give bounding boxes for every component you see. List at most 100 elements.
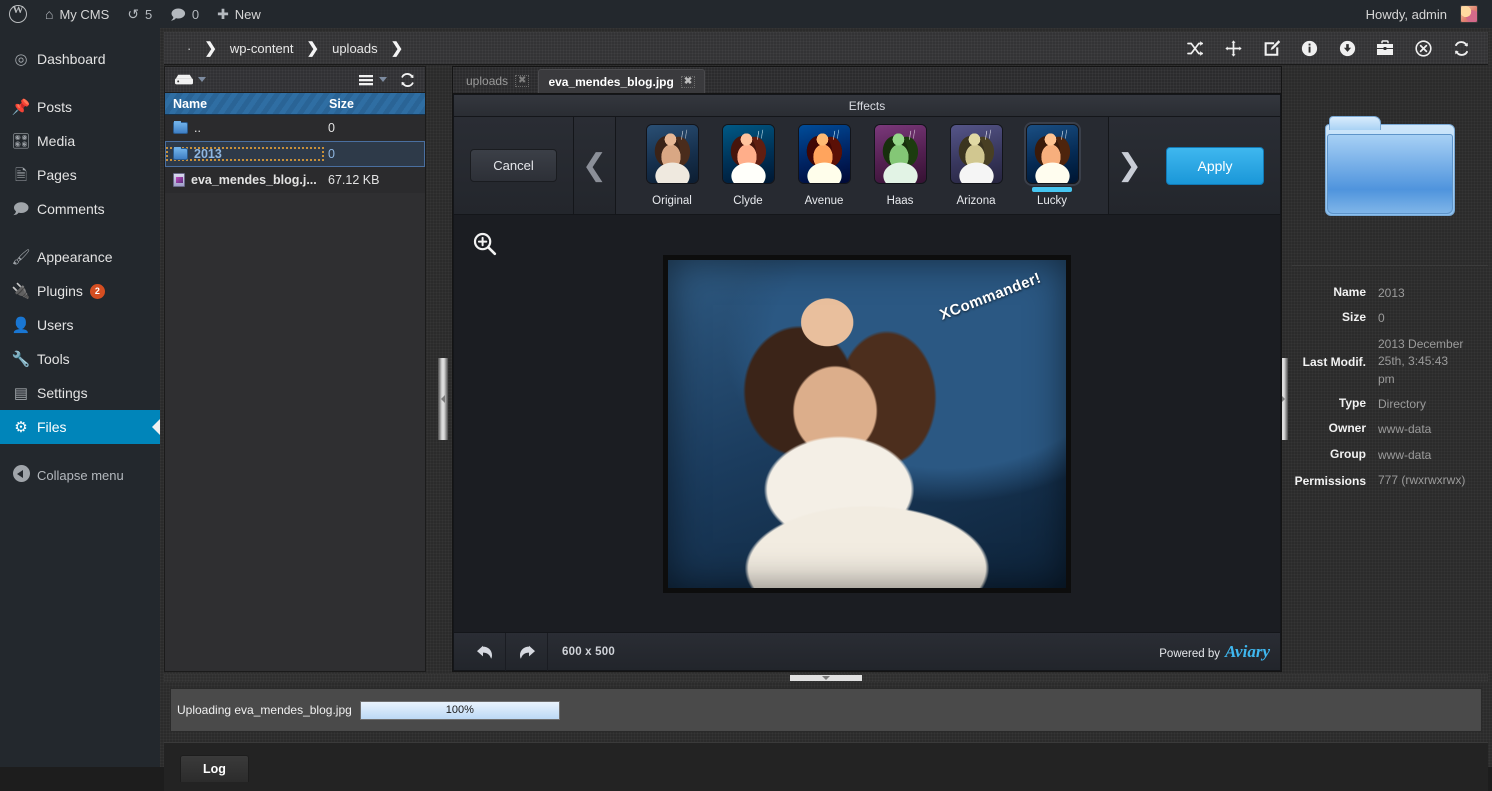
effect-haas[interactable]: Haas (871, 124, 929, 207)
file-refresh-button[interactable] (396, 68, 419, 92)
aviary-logo: Aviary (1225, 642, 1270, 662)
edit-icon (1263, 40, 1280, 57)
effect-clyde[interactable]: Clyde (719, 124, 777, 207)
effect-thumbnail (950, 124, 1003, 184)
image-canvas: XCommander! (454, 215, 1280, 632)
sidebar-item-dashboard[interactable]: ◎ Dashboard (0, 42, 160, 76)
download-icon (1339, 40, 1356, 57)
property-permissions: Permissions 777 (rwxrwxrwx) (1292, 468, 1488, 493)
move-icon (1225, 40, 1242, 57)
download-button[interactable] (1328, 32, 1366, 65)
sidebar-item-label: Dashboard (34, 51, 106, 67)
progress-percent: 100% (361, 702, 559, 719)
breadcrumb-item-wp-content[interactable]: wp-content (223, 41, 301, 56)
column-header-size[interactable]: Size (325, 97, 425, 111)
property-label: Owner (1292, 421, 1378, 438)
effect-label: Clyde (733, 195, 762, 207)
sidebar-item-plugins[interactable]: 🔌 Plugins 2 (0, 274, 160, 308)
sidebar-item-files[interactable]: ⚙ Files (0, 410, 160, 444)
sidebar-item-posts[interactable]: 📌 Posts (0, 90, 160, 124)
updates-button[interactable]: ↺ 5 (118, 0, 161, 28)
close-icon[interactable]: ✖ (515, 75, 529, 87)
site-name-label: My CMS (59, 7, 109, 22)
sidebar-item-pages[interactable]: 🗎 Pages (0, 158, 160, 192)
file-name: .. (194, 121, 201, 135)
left-splitter[interactable] (438, 358, 448, 440)
tab-eva-mendes-blog-jpg[interactable]: eva_mendes_blog.jpg ✖ (538, 69, 705, 93)
edit-button[interactable] (1252, 32, 1290, 65)
user-icon: 👤 (8, 318, 34, 333)
close-button[interactable] (1404, 32, 1442, 65)
zoom-in-icon (472, 231, 498, 257)
column-header-name[interactable]: Name (165, 97, 325, 111)
zoom-in-button[interactable] (468, 227, 502, 261)
refresh-icon (1453, 40, 1470, 57)
breadcrumb-item-uploads[interactable]: uploads (325, 41, 385, 56)
undo-button[interactable] (464, 633, 506, 671)
file-info-panel: Name 2013 Size 0 Last Modif. 2013 Decemb… (1292, 66, 1488, 672)
account-menu[interactable]: Howdy, admin (1357, 0, 1492, 28)
folder-icon (173, 148, 188, 160)
redo-button[interactable] (506, 633, 548, 671)
property-size: Size 0 (1292, 306, 1488, 331)
effect-thumbnail (874, 124, 927, 184)
table-row[interactable]: 2013 0 (165, 141, 425, 167)
wp-admin-bar: ⌂ My CMS ↺ 5 🗩 0 ✚ New Howdy, admin (0, 0, 1492, 28)
info-button[interactable] (1290, 32, 1328, 65)
close-icon[interactable]: ✖ (681, 76, 695, 88)
sidebar-item-label: Users (34, 317, 74, 333)
wp-logo-button[interactable] (0, 0, 36, 28)
shuffle-button[interactable] (1176, 32, 1214, 65)
sidebar-item-users[interactable]: 👤 Users (0, 308, 160, 342)
effect-lucky[interactable]: Lucky (1023, 124, 1081, 207)
tab-uploads[interactable]: uploads ✖ (457, 69, 538, 93)
sidebar-item-tools[interactable]: 🔧 Tools (0, 342, 160, 376)
effect-thumbnail (798, 124, 851, 184)
horizontal-splitter[interactable] (164, 674, 1488, 682)
property-name: Name 2013 (1292, 281, 1488, 306)
thumbnail-image (723, 125, 774, 183)
hamburger-menu-icon (357, 73, 375, 87)
property-last-modified: Last Modif. 2013 December 25th, 3:45:43 … (1292, 332, 1488, 392)
sidebar-item-appearance[interactable]: 🖌 Appearance (0, 240, 160, 274)
effect-thumbnail (1026, 124, 1079, 184)
property-label: Permissions (1292, 474, 1378, 488)
table-row[interactable]: eva_mendes_blog.j... 67.12 KB (165, 167, 425, 193)
comment-bubble-icon: 🗩 (170, 7, 186, 21)
plugins-update-badge: 2 (90, 284, 105, 299)
collapse-menu-button[interactable]: Collapse menu (0, 458, 160, 492)
sidebar-item-label: Pages (34, 167, 77, 183)
drive-selector[interactable] (171, 68, 209, 92)
sidebar-item-comments[interactable]: 🗩 Comments (0, 192, 160, 226)
view-menu-button[interactable] (354, 68, 390, 92)
new-content-button[interactable]: ✚ New (208, 0, 270, 28)
effect-original[interactable]: Original (643, 124, 701, 207)
effect-selected-indicator (1032, 187, 1072, 192)
archive-button[interactable] (1366, 32, 1404, 65)
comments-button[interactable]: 🗩 0 (161, 0, 208, 28)
info-icon (1301, 40, 1318, 57)
apply-button[interactable]: Apply (1166, 147, 1263, 185)
effects-next-button[interactable]: ❯ (1108, 117, 1150, 214)
thumbnail-image (951, 125, 1002, 183)
sliders-icon: ▤ (8, 386, 34, 401)
sidebar-item-settings[interactable]: ▤ Settings (0, 376, 160, 410)
editor-status-bar: 600 x 500 Powered by Aviary (454, 632, 1280, 670)
paintbrush-icon: 🖌 (8, 250, 34, 265)
table-row[interactable]: .. 0 (165, 115, 425, 141)
effect-avenue[interactable]: Avenue (795, 124, 853, 207)
site-name-menu[interactable]: ⌂ My CMS (36, 0, 118, 28)
collapse-arrow-icon (13, 465, 30, 482)
cancel-button[interactable]: Cancel (470, 149, 556, 182)
tab-log[interactable]: Log (180, 755, 249, 782)
splitter-handle[interactable] (790, 675, 862, 681)
tab-label: uploads (466, 74, 508, 88)
move-button[interactable] (1214, 32, 1252, 65)
howdy-label: Howdy, admin (1366, 7, 1447, 22)
breadcrumb-item-root[interactable]: · (180, 41, 198, 56)
refresh-button[interactable] (1442, 32, 1480, 65)
effects-prev-button[interactable]: ❮ (574, 117, 616, 214)
sidebar-item-media[interactable]: 🎛 Media (0, 124, 160, 158)
pages-icon: 🗎 (8, 168, 34, 183)
effect-arizona[interactable]: Arizona (947, 124, 1005, 207)
